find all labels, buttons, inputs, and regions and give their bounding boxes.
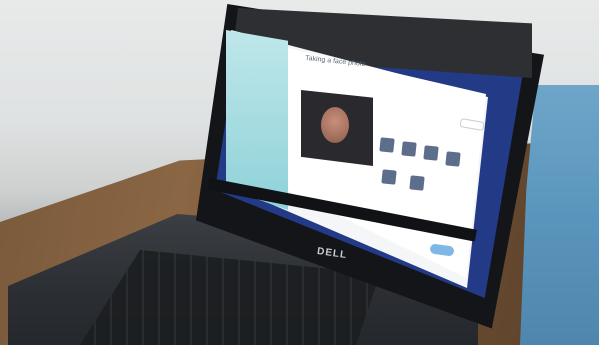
example-thumb-1 [379, 137, 395, 153]
photo-scene: Taking a face photo DELL [0, 0, 599, 345]
example-thumb-4 [445, 151, 461, 167]
blue-cloth [520, 85, 599, 345]
example-thumb-6 [409, 175, 425, 191]
face-in-preview [321, 107, 349, 143]
example-thumb-2 [401, 141, 417, 157]
example-thumb-3 [423, 145, 439, 161]
example-thumb-5 [381, 169, 397, 185]
